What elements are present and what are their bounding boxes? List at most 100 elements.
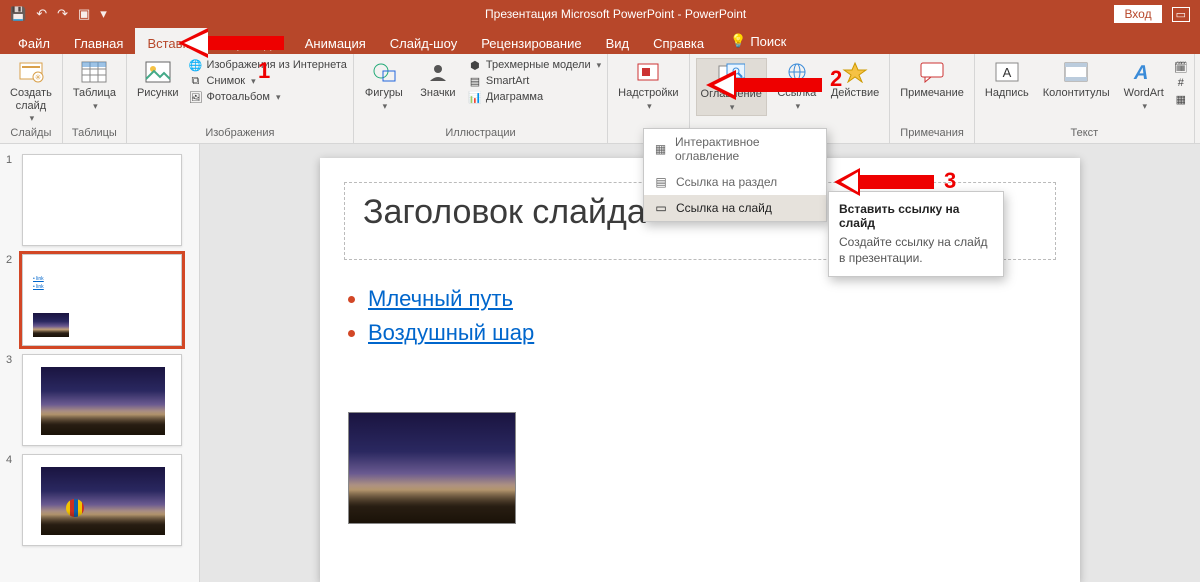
summary-zoom-icon: ▦ [654,142,667,156]
menu-interactive-toc[interactable]: ▦ Интерактивное оглавление [644,129,826,169]
table-icon [80,60,108,84]
zoom-toc-label: Оглавление [701,88,762,101]
tell-me-search[interactable]: 💡 Поиск [730,28,786,54]
group-label-images: Изображения [133,127,347,141]
link-label: Ссылка [777,87,816,100]
addins-button[interactable]: Надстройки [614,58,682,114]
screenshot-button[interactable]: ⧉Снимок [188,74,346,88]
zoom-dropdown: ▦ Интерактивное оглавление ▤Ссылка на раз… [643,128,827,222]
photo-album-label: Фотоальбом [206,91,270,103]
tab-insert[interactable]: Вставка [135,28,207,54]
icons-label: Значки [420,87,455,100]
slide-number-button[interactable]: # [1174,76,1188,90]
icons-button[interactable]: Значки [414,58,462,102]
online-pictures-button[interactable]: 🌐Изображения из Интернета [188,58,346,72]
3d-models-button[interactable]: ⬢Трехмерные модели [468,58,601,72]
thumbnail-3[interactable] [22,354,182,446]
slide-image[interactable] [348,412,516,524]
undo-icon[interactable]: ↶ [36,6,47,22]
header-footer-button[interactable]: Колонтитулы [1039,58,1114,102]
object-button[interactable]: ▦ [1174,92,1188,106]
date-time-button[interactable]: 🗓 [1174,60,1188,74]
thumbnail-4[interactable] [22,454,182,546]
menu-slide-link-label: Ссылка на слайд [676,201,772,215]
menu-slide-link[interactable]: ▭ Ссылка на слайд [644,195,826,221]
thumb-number: 1 [6,154,16,166]
pictures-label: Рисунки [137,87,179,100]
tab-help[interactable]: Справка [641,28,716,54]
menu-section-link[interactable]: ▤Ссылка на раздел [644,169,826,195]
smartart-icon: ▤ [468,74,482,88]
comment-button[interactable]: Примечание [896,58,968,102]
qat-more-icon[interactable]: ▾ [100,6,107,22]
shapes-label: Фигуры [365,87,403,100]
redo-icon[interactable]: ↷ [57,6,68,22]
textbox-icon: A [993,60,1021,84]
tooltip-body: Создайте ссылку на слайд в презентации. [839,235,988,265]
workspace: 1 2 • link• link 3 4 Заголовок слайда Мл… [0,144,1200,582]
start-show-icon[interactable]: ▣ [78,6,90,22]
shapes-icon [370,60,398,84]
chart-icon: 📊 [468,90,482,104]
thumbnail-2[interactable]: • link• link [22,254,182,346]
link-icon [783,60,811,84]
addins-label: Надстройки [618,87,678,100]
menu-tooltip: Вставить ссылку на слайд Создайте ссылку… [828,191,1004,277]
photo-album-button[interactable]: 🖼Фотоальбом [188,90,346,104]
textbox-button[interactable]: A Надпись [981,58,1033,102]
group-symbols: Ω Символы [1195,54,1200,143]
ribbon-options-icon[interactable]: ▭ [1172,7,1190,22]
search-label: Поиск [750,34,786,49]
tab-file[interactable]: Файл [6,28,62,54]
wordart-button[interactable]: A WordArt [1120,58,1168,114]
date-time-icon: 🗓 [1174,60,1188,74]
new-slide-button[interactable]: ✳ Создать слайд [6,58,56,127]
save-icon[interactable]: 💾 [10,6,26,22]
tab-review[interactable]: Рецензирование [469,28,593,54]
pictures-icon [144,60,172,84]
zoom-toc-button[interactable]: Оглавление [696,58,767,116]
group-tables: Таблица Таблицы [63,54,127,143]
section-zoom-icon: ▤ [654,175,668,189]
tab-view[interactable]: Вид [594,28,642,54]
sign-in-button[interactable]: Вход [1114,5,1161,23]
chart-label: Диаграмма [486,91,543,103]
comment-icon [918,60,946,84]
hyperlink-milky-way[interactable]: Млечный путь [368,286,513,311]
icons-icon [424,60,452,84]
screenshot-icon: ⧉ [188,74,202,88]
group-comments: Примечание Примечания [890,54,975,143]
wordart-icon: A [1130,60,1158,84]
new-slide-label: Создать слайд [10,87,52,112]
header-footer-icon [1062,60,1090,84]
content-placeholder[interactable]: Млечный путь Воздушный шар [348,286,534,354]
group-label-tables: Таблицы [69,127,120,141]
textbox-label: Надпись [985,87,1029,100]
smartart-button[interactable]: ▤SmartArt [468,74,601,88]
window-title: Презентация Microsoft PowerPoint - Power… [117,7,1115,21]
quick-access-toolbar: 💾 ↶ ↷ ▣ ▾ [0,6,117,22]
slide-zoom-icon: ▭ [654,201,668,215]
menu-interactive-toc-label: Интерактивное оглавление [675,135,816,163]
hyperlink-balloon[interactable]: Воздушный шар [368,320,534,345]
3d-models-icon: ⬢ [468,58,482,72]
action-button[interactable]: Действие [827,58,883,102]
thumbnail-1[interactable] [22,154,182,246]
group-images: Рисунки 🌐Изображения из Интернета ⧉Снимо… [127,54,354,143]
tab-animation[interactable]: Анимация [293,28,378,54]
tab-slideshow[interactable]: Слайд-шоу [378,28,469,54]
slide-number-icon: # [1174,76,1188,90]
slide-thumbnails: 1 2 • link• link 3 4 [0,144,200,582]
object-icon: ▦ [1174,92,1188,106]
tab-home[interactable]: Главная [62,28,135,54]
online-pictures-icon: 🌐 [188,58,202,72]
table-button[interactable]: Таблица [69,58,120,114]
thumb-number: 2 [6,254,16,266]
action-icon [841,60,869,84]
pictures-button[interactable]: Рисунки [133,58,183,102]
link-button[interactable]: Ссылка [773,58,821,114]
shapes-button[interactable]: Фигуры [360,58,408,114]
tab-transitions[interactable]: Переходы [208,28,293,54]
lightbulb-icon: 💡 [730,33,746,49]
chart-button[interactable]: 📊 Диаграмма [468,90,601,104]
